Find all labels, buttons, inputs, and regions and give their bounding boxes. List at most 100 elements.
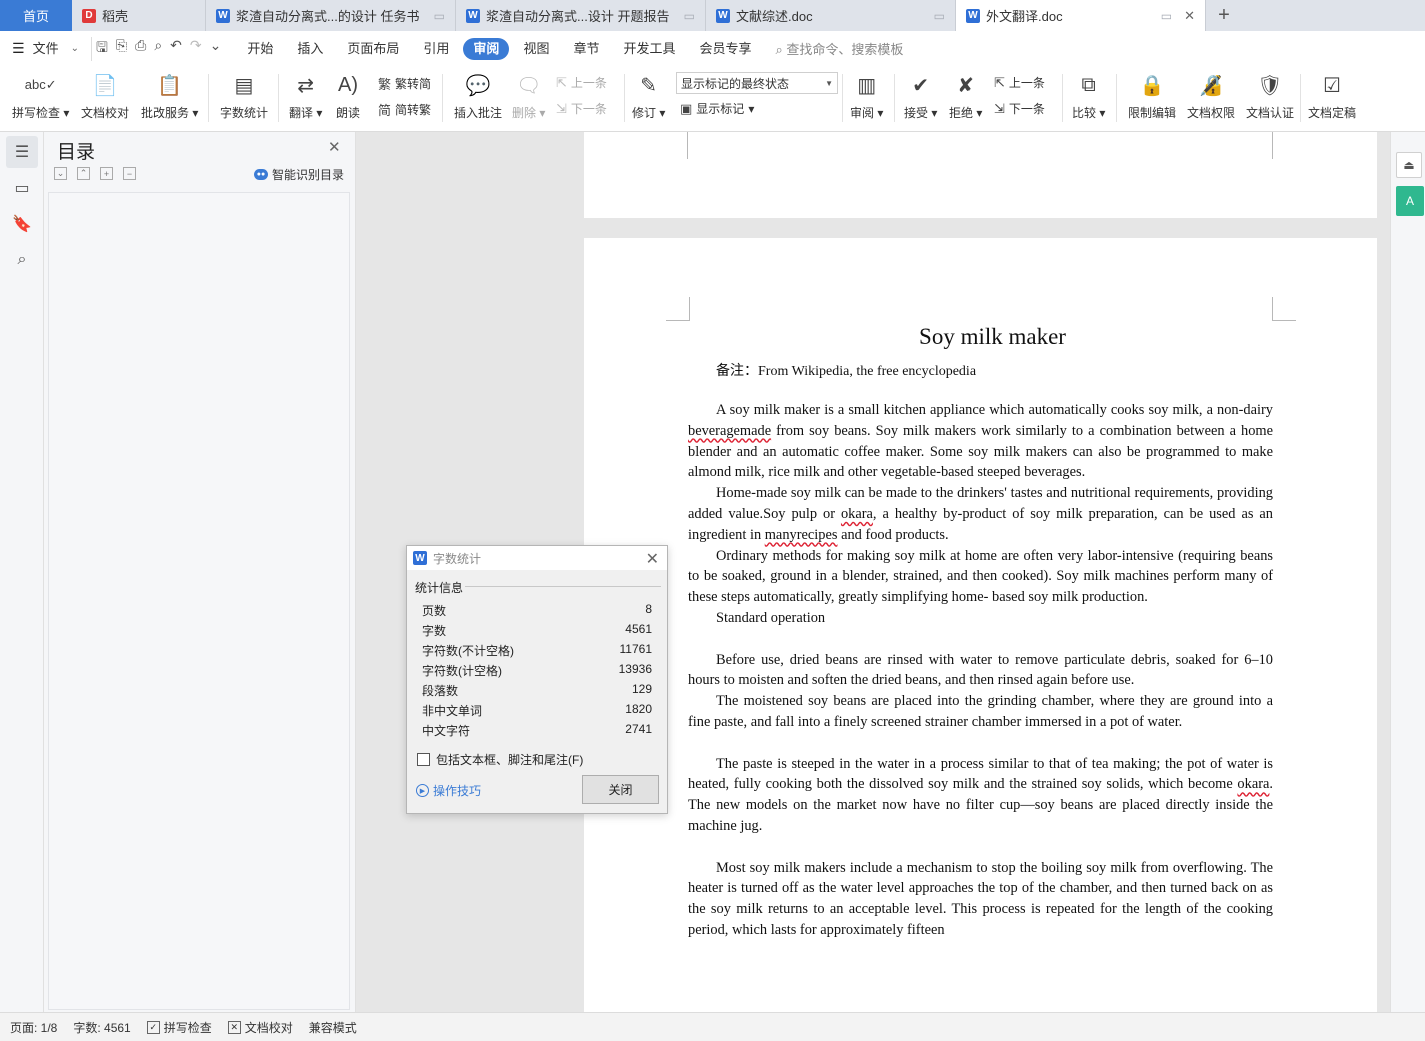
tab-proposal[interactable]: W 浆渣自动分离式...设计 开题报告 ▭ [456, 0, 706, 31]
restrict-edit-button[interactable]: 🔒 限制编辑 [1128, 70, 1176, 121]
revise-button[interactable]: ✎ 修订 ▾ [632, 70, 665, 121]
tab-daoke[interactable]: D 稻壳 [72, 0, 206, 31]
include-textbox-checkbox[interactable]: 包括文本框、脚注和尾注(F) [417, 751, 583, 768]
page-indicator[interactable]: 页面: 1/8 [10, 1019, 57, 1036]
close-button[interactable]: 关闭 [582, 775, 659, 804]
paragraph-text: and food products. [837, 526, 949, 543]
separator [1062, 74, 1063, 122]
tab-task-book[interactable]: W 浆渣自动分离式...的设计 任务书 ▭ [206, 0, 456, 31]
tab-label: 稻壳 [102, 9, 129, 24]
tab-label: 浆渣自动分离式...设计 开题报告 [486, 9, 670, 24]
accept-icon: ✔ [912, 74, 930, 97]
menu-developer[interactable]: 开发工具 [611, 38, 687, 60]
compare-button[interactable]: ⧉ 比较 ▾ [1072, 70, 1105, 121]
spellcheck-button[interactable]: abc✓ 拼写检查 ▾ [12, 70, 69, 121]
collapse-icon[interactable]: ⌃ [77, 167, 90, 180]
menu-section[interactable]: 章节 [561, 38, 611, 60]
print-icon[interactable]: ⎙ [135, 37, 146, 61]
correction-icon: 📋 [157, 74, 183, 97]
delete-comment-button[interactable]: 🗨 删除 ▾ [512, 70, 545, 121]
permission-button[interactable]: 🔏 文档权限 [1187, 70, 1235, 121]
show-markup-button[interactable]: ▣ 显示标记 ▾ [680, 100, 754, 117]
search-icon: ⌕ [775, 42, 783, 57]
tab-translation[interactable]: W 外文翻译.doc ▭ ✕ [956, 0, 1206, 31]
review-pane-button[interactable]: ▥ 审阅 ▾ [850, 70, 883, 121]
menu-layout[interactable]: 页面布局 [335, 38, 411, 60]
menu-insert[interactable]: 插入 [285, 38, 335, 60]
menu-review[interactable]: 审阅 [463, 37, 510, 60]
spellcheck-toggle[interactable]: ✓ 拼写检查 [146, 1019, 212, 1036]
bookmark-icon[interactable]: 🔖 [6, 208, 38, 240]
close-icon[interactable]: ✕ [1184, 8, 1195, 24]
menu-member[interactable]: 会员专享 [687, 38, 763, 60]
insert-comment-button[interactable]: 💬 插入批注 [454, 70, 502, 121]
finalize-button[interactable]: ☑ 文档定稿 [1308, 70, 1356, 121]
paragraph: A soy milk maker is a small kitchen appl… [688, 400, 1273, 483]
simp-to-trad-label: 简转繁 [395, 103, 432, 117]
tab-review[interactable]: W 文献综述.doc ▭ [706, 0, 956, 31]
document-note: 备注：From Wikipedia, the free encyclopedia [688, 360, 1273, 380]
read-aloud-button[interactable]: A) 朗读 [333, 70, 363, 121]
print-preview-icon[interactable]: ⌕ [154, 37, 162, 61]
chevron-down-icon[interactable]: ⌄ [71, 43, 79, 54]
menu-file[interactable]: 文件 [29, 38, 71, 60]
undo-icon[interactable]: ↶ [170, 37, 182, 61]
checkbox[interactable] [417, 753, 430, 766]
prev-comment-icon: ⇱ [556, 74, 567, 90]
certify-button[interactable]: 🛡 文档认证 [1246, 70, 1294, 121]
menu-references[interactable]: 引用 [411, 38, 461, 60]
expand-icon[interactable]: ⌄ [54, 167, 67, 180]
simp-to-trad-button[interactable]: 简 简转繁 [378, 100, 431, 119]
proofread-button[interactable]: 📄 文档校对 [81, 70, 129, 121]
tab-home[interactable]: 首页 [0, 0, 72, 31]
close-icon[interactable]: ✕ [646, 549, 659, 569]
separator [208, 74, 209, 122]
translate-button[interactable]: ⇄ 翻译 ▾ [289, 70, 322, 121]
hamburger-icon[interactable]: ☰ [12, 40, 25, 57]
plus-icon[interactable]: + [100, 167, 113, 180]
prev-change-label: 上一条 [1008, 76, 1045, 90]
markup-state-dropdown[interactable]: 显示标记的最终状态 ▼ [676, 72, 838, 94]
misspelled-word[interactable]: beveragemade [688, 423, 771, 439]
separator [624, 74, 625, 122]
correction-button[interactable]: 📋 批改服务 ▾ [141, 70, 198, 121]
word-count-indicator[interactable]: 字数: 4561 [73, 1019, 130, 1036]
trad-to-simp-button[interactable]: 繁 繁转简 [378, 74, 431, 93]
smart-toc-button[interactable]: ●● 智能识别目录 [254, 166, 344, 183]
add-tab-button[interactable]: + [1206, 0, 1242, 31]
close-icon[interactable]: ✕ [328, 138, 341, 156]
prev-change-button[interactable]: ⇱ 上一条 [994, 74, 1045, 91]
misspelled-word[interactable]: manyrecipes [765, 527, 838, 543]
menu-view[interactable]: 视图 [511, 38, 561, 60]
reject-button[interactable]: ✘ 拒绝 ▾ [949, 70, 982, 121]
menu-start[interactable]: 开始 [235, 38, 285, 60]
minus-icon[interactable]: − [123, 167, 136, 180]
toc-icon[interactable]: ☰ [6, 136, 38, 168]
accept-button[interactable]: ✔ 接受 ▾ [904, 70, 937, 121]
document-body[interactable]: Soy milk maker 备注：From Wikipedia, the fr… [688, 238, 1273, 941]
misspelled-word[interactable]: okara [841, 506, 873, 522]
export-pdf-icon[interactable]: ⎘ [116, 37, 127, 61]
proofread-toggle[interactable]: ✕ 文档校对 [227, 1019, 293, 1036]
redo-icon[interactable]: ↷ [190, 37, 202, 61]
search-icon[interactable]: ⌕ [6, 244, 38, 276]
misspelled-word[interactable]: okara [1237, 776, 1269, 792]
command-search[interactable]: ⌕ 查找命令、搜索模板 [764, 39, 904, 58]
next-change-icon: ⇲ [994, 100, 1005, 116]
paragraph-text: from soy beans. Soy milk makers work sim… [688, 422, 1273, 481]
tips-link[interactable]: ▶ 操作技巧 [416, 782, 481, 799]
next-change-button[interactable]: ⇲ 下一条 [994, 100, 1045, 117]
chapter-icon[interactable]: ▭ [6, 172, 38, 204]
window-icon[interactable]: ▭ [1161, 9, 1172, 23]
dialog-titlebar[interactable]: W 字数统计 ✕ [407, 546, 667, 570]
translate-icon: ⇄ [297, 74, 315, 97]
save-icon[interactable]: 🖫 [96, 37, 108, 61]
stat-value: 129 [631, 682, 652, 696]
more-icon[interactable]: ⌄ [210, 37, 222, 61]
collapse-panel-icon[interactable]: ⏏ [1396, 152, 1422, 178]
shield-icon: 🛡 [1257, 74, 1283, 97]
wordcount-button[interactable]: ▤ 字数统计 [220, 70, 268, 121]
ai-assistant-icon[interactable]: A [1396, 186, 1424, 216]
next-comment-button[interactable]: ⇲ 下一条 [556, 100, 607, 117]
prev-comment-button[interactable]: ⇱ 上一条 [556, 74, 607, 91]
